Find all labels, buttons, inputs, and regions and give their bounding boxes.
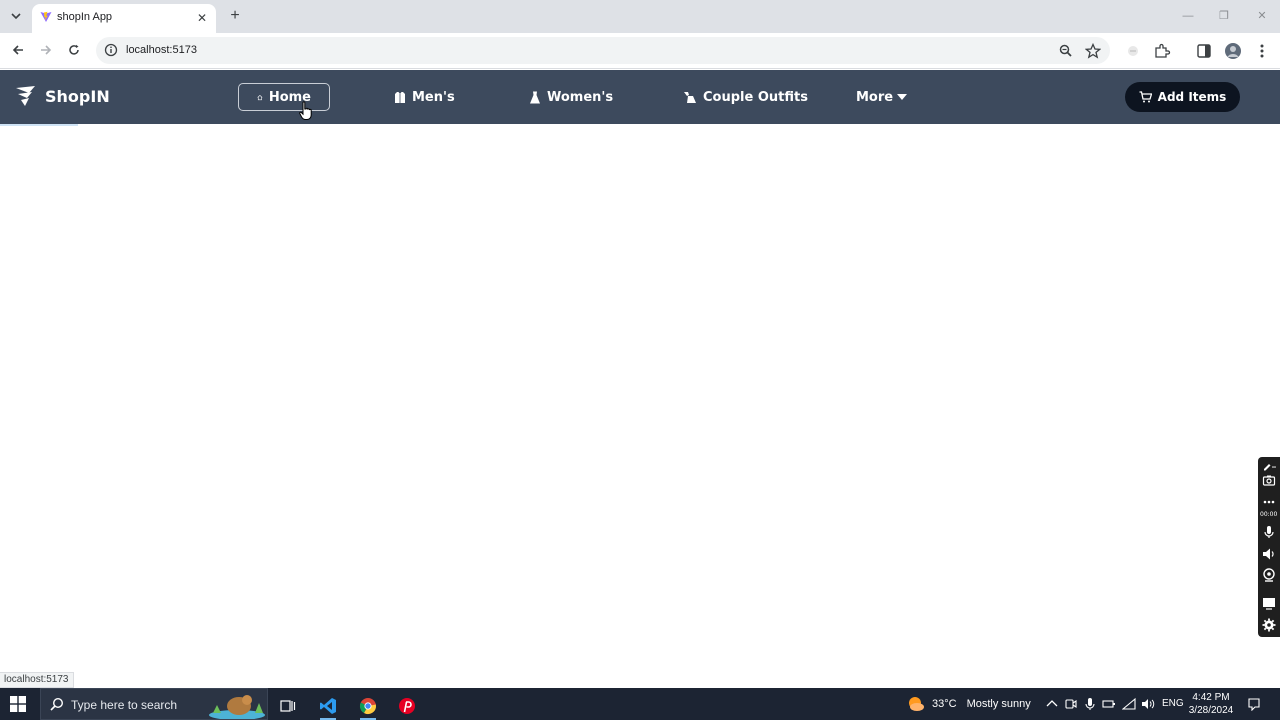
notifications-icon[interactable] bbox=[1247, 697, 1261, 711]
task-view-icon bbox=[280, 700, 296, 712]
chrome-taskbar-app[interactable] bbox=[352, 692, 384, 720]
pinterest-taskbar-app[interactable] bbox=[391, 692, 423, 720]
taskbar-clock[interactable]: 4:42 PM 3/28/2024 bbox=[1186, 691, 1236, 717]
forward-button[interactable] bbox=[36, 41, 56, 61]
wifi-icon[interactable] bbox=[1122, 697, 1136, 711]
gear-icon[interactable] bbox=[1262, 618, 1276, 632]
extensions-icon[interactable] bbox=[1153, 42, 1171, 60]
webcam-icon[interactable] bbox=[1262, 568, 1276, 582]
add-items-button[interactable]: Add Items bbox=[1125, 82, 1240, 112]
tab-search-button[interactable] bbox=[6, 6, 26, 26]
speaker-icon[interactable] bbox=[1262, 547, 1276, 561]
pinterest-icon bbox=[399, 698, 415, 714]
more-dots-icon[interactable] bbox=[1262, 495, 1276, 509]
brand-name: ShopIN bbox=[45, 86, 110, 106]
brand-logo-link[interactable]: ShopIN bbox=[15, 85, 110, 107]
screen-recorder-panel: 00:00 bbox=[1258, 457, 1280, 637]
side-panel-icon[interactable] bbox=[1195, 42, 1213, 60]
arrow-left-icon bbox=[12, 45, 23, 55]
hand-cursor-icon bbox=[299, 101, 312, 120]
browser-tab-strip: shopIn App ✕ + — ❐ ✕ bbox=[0, 0, 1280, 33]
nav-mens[interactable]: Men's bbox=[394, 83, 455, 111]
nav-couple-outfits-label: Couple Outfits bbox=[703, 89, 808, 105]
task-view-button[interactable] bbox=[272, 692, 304, 720]
volume-icon[interactable] bbox=[1141, 697, 1155, 711]
url-text: localhost:5173 bbox=[126, 44, 197, 56]
tab-title: shopIn App bbox=[57, 11, 113, 23]
app-navbar: ShopIN Home Men's Women's Couple Outfits… bbox=[0, 70, 1280, 124]
search-icon bbox=[50, 697, 64, 711]
chevron-up-icon[interactable] bbox=[1045, 697, 1059, 711]
site-info-icon[interactable] bbox=[104, 43, 118, 57]
home-icon bbox=[257, 94, 263, 100]
microphone-tray-icon[interactable] bbox=[1083, 697, 1097, 711]
couple-icon bbox=[684, 91, 696, 103]
nav-more-dropdown[interactable]: More bbox=[856, 83, 908, 111]
chevron-down-icon bbox=[11, 13, 21, 20]
meet-now-icon[interactable] bbox=[1064, 697, 1078, 711]
chrome-icon bbox=[359, 698, 376, 715]
weather-temperature: 33°C bbox=[932, 698, 957, 710]
reload-icon bbox=[69, 44, 79, 55]
arrow-right-icon bbox=[41, 45, 52, 55]
recording-time: 00:00 bbox=[1260, 511, 1278, 518]
address-bar[interactable]: localhost:5173 bbox=[96, 37, 1110, 64]
status-bar-url: localhost:5173 bbox=[0, 672, 74, 688]
back-button[interactable] bbox=[8, 41, 28, 61]
wind-logo-icon bbox=[16, 86, 35, 106]
caret-down-icon bbox=[897, 94, 908, 100]
windows-start-icon[interactable] bbox=[10, 696, 26, 712]
microphone-icon[interactable] bbox=[1262, 525, 1276, 539]
vite-logo-icon bbox=[40, 11, 52, 22]
nav-more-label: More bbox=[856, 89, 894, 105]
clock-date: 3/28/2024 bbox=[1188, 705, 1234, 716]
sun-cloud-icon bbox=[909, 697, 924, 711]
kebab-menu-icon[interactable] bbox=[1253, 42, 1271, 60]
nav-mens-label: Men's bbox=[412, 89, 455, 105]
vscode-icon bbox=[320, 698, 336, 714]
nav-couple-outfits[interactable]: Couple Outfits bbox=[683, 83, 808, 111]
bookmark-star-icon[interactable] bbox=[1085, 43, 1101, 59]
loading-bar bbox=[0, 124, 78, 126]
zoom-icon[interactable] bbox=[1058, 43, 1074, 59]
cart-icon bbox=[1139, 91, 1152, 103]
nav-womens[interactable]: Women's bbox=[529, 83, 613, 111]
nav-womens-label: Women's bbox=[547, 89, 614, 105]
close-tab-icon[interactable]: ✕ bbox=[194, 10, 210, 26]
dress-icon bbox=[530, 91, 540, 103]
input-language[interactable]: ENG bbox=[1162, 698, 1184, 709]
browser-tab[interactable]: shopIn App ✕ bbox=[32, 4, 216, 33]
restore-icon[interactable]: ❐ bbox=[1216, 8, 1232, 24]
search-placeholder: Type here to search bbox=[71, 698, 178, 712]
close-window-icon[interactable]: ✕ bbox=[1254, 8, 1270, 24]
screen-capture-icon[interactable] bbox=[1262, 596, 1276, 610]
search-highlight-illustration bbox=[209, 695, 265, 719]
battery-icon[interactable] bbox=[1102, 697, 1116, 711]
new-tab-button[interactable]: + bbox=[226, 7, 244, 25]
camera-icon[interactable] bbox=[1262, 473, 1276, 487]
weather-description: Mostly sunny bbox=[966, 698, 1031, 710]
taskbar-search-box[interactable]: Type here to search bbox=[40, 688, 268, 720]
minimize-icon[interactable]: — bbox=[1180, 8, 1196, 24]
browser-toolbar: localhost:5173 bbox=[0, 33, 1280, 69]
windows-taskbar: Type here to search 33°C Mostly sunny EN… bbox=[0, 688, 1280, 720]
nav-home[interactable]: Home bbox=[238, 83, 330, 111]
vscode-taskbar-app[interactable] bbox=[312, 692, 344, 720]
weather-widget[interactable]: 33°C Mostly sunny bbox=[906, 695, 1031, 713]
add-items-label: Add Items bbox=[1157, 90, 1227, 104]
profile-avatar[interactable] bbox=[1224, 42, 1242, 60]
reload-button[interactable] bbox=[64, 41, 84, 61]
shirt-icon bbox=[395, 91, 405, 103]
extension-puzzle-faded-icon[interactable] bbox=[1124, 42, 1142, 60]
pen-icon[interactable] bbox=[1262, 459, 1276, 473]
clock-time: 4:42 PM bbox=[1192, 692, 1230, 703]
